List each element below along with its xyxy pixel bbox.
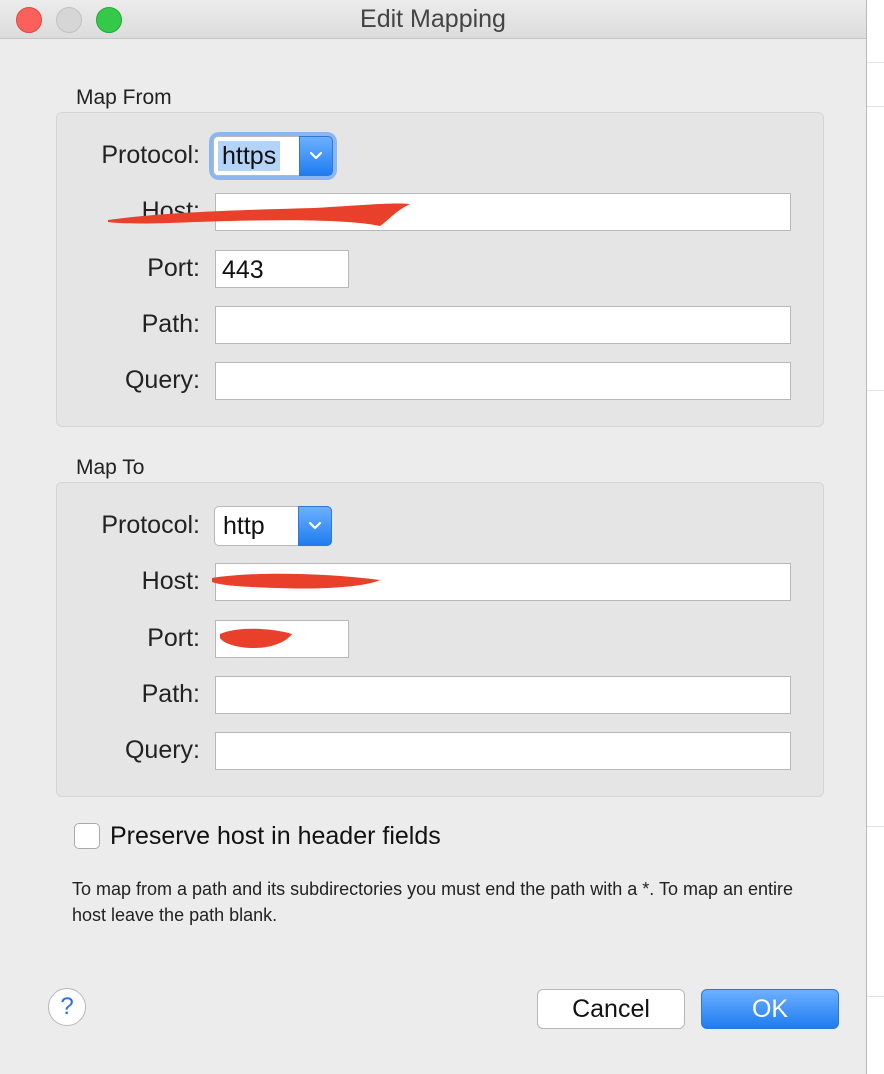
from-protocol-value: https (218, 141, 281, 171)
chevron-down-icon (309, 151, 323, 160)
map-from-label: Map From (76, 86, 172, 109)
title-bar: Edit Mapping (0, 0, 866, 39)
from-query-input[interactable] (215, 362, 791, 400)
window-title: Edit Mapping (360, 5, 506, 33)
to-path-label: Path: (141, 680, 200, 708)
from-host-label: Host: (141, 197, 200, 225)
preserve-host-checkbox[interactable] (74, 823, 100, 849)
from-query-label: Query: (124, 366, 200, 394)
help-button[interactable]: ? (48, 988, 86, 1026)
to-query-input[interactable] (215, 732, 791, 770)
from-port-label: Port: (147, 254, 200, 282)
from-path-label: Path: (141, 310, 200, 338)
to-host-label: Host: (141, 567, 200, 595)
to-protocol-label: Protocol: (101, 511, 200, 539)
edit-mapping-window: Edit Mapping Map From Protocol: https Ho… (0, 0, 867, 1074)
mapping-hint-text: To map from a path and its subdirectorie… (72, 879, 794, 925)
to-protocol-dropdown-button[interactable] (298, 506, 332, 546)
to-path-input[interactable] (215, 676, 791, 714)
preserve-host-label[interactable]: Preserve host in header fields (110, 822, 441, 851)
from-path-input[interactable] (215, 306, 791, 344)
from-protocol-dropdown-button[interactable] (299, 136, 333, 176)
to-protocol-value: http (223, 512, 265, 540)
map-to-label: Map To (76, 456, 145, 479)
from-port-input[interactable]: 443 (215, 250, 349, 288)
to-protocol-select[interactable]: http (214, 506, 332, 546)
background-window-edge (867, 0, 884, 1074)
from-protocol-select[interactable]: https (213, 136, 333, 176)
to-port-input[interactable] (215, 620, 349, 658)
chevron-down-icon (308, 521, 322, 530)
to-query-label: Query: (124, 736, 200, 764)
from-host-input[interactable] (215, 193, 791, 231)
ok-button[interactable]: OK (701, 989, 839, 1029)
from-protocol-label: Protocol: (101, 141, 200, 169)
cancel-button[interactable]: Cancel (537, 989, 685, 1029)
to-host-input[interactable] (215, 563, 791, 601)
to-port-label: Port: (147, 624, 200, 652)
